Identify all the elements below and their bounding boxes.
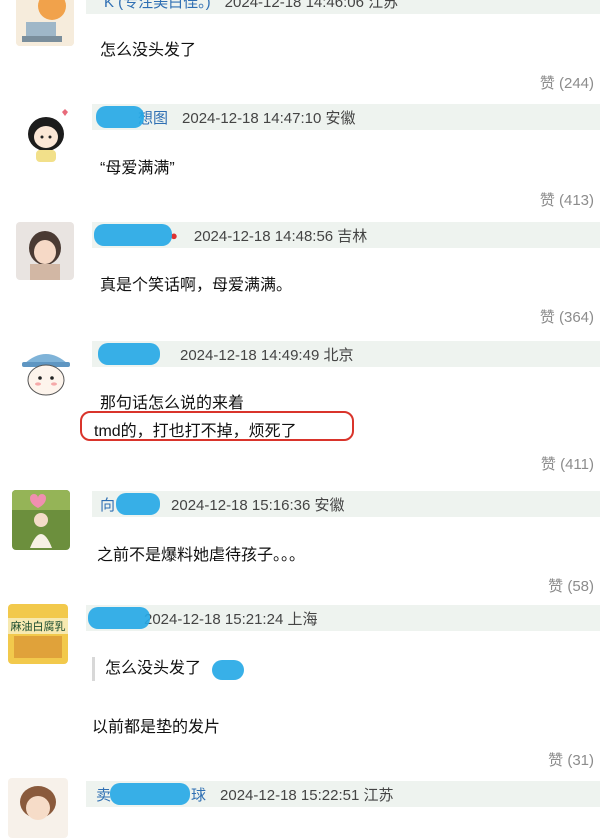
commenter-name[interactable]: 向 bbox=[100, 494, 115, 515]
like-count[interactable]: 赞 (58) bbox=[548, 575, 594, 596]
comment-meta: K (专注美白佳。) 2024-12-18 14:46:06 江苏 bbox=[86, 0, 600, 14]
avatar[interactable] bbox=[16, 222, 74, 280]
comment-timestamp: 2024-12-18 15:16:36 安徽 bbox=[171, 496, 345, 514]
avatar[interactable] bbox=[16, 104, 76, 166]
comment-timestamp: 2024-12-18 14:49:49 北京 bbox=[180, 346, 354, 364]
avatar[interactable] bbox=[16, 342, 76, 402]
avatar[interactable] bbox=[16, 0, 74, 46]
comment-meta: 卖 球 2024-12-18 15:22:51 江苏 bbox=[86, 781, 600, 807]
avatar[interactable] bbox=[8, 778, 68, 838]
redaction-scribble bbox=[212, 660, 244, 680]
like-count[interactable]: 赞 (31) bbox=[548, 749, 594, 770]
red-highlight-circle bbox=[80, 411, 354, 441]
comment-timestamp: 2024-12-18 14:48:56 吉林 bbox=[193, 227, 368, 245]
like-count[interactable]: 赞 (411) bbox=[541, 453, 594, 474]
comment-text: 以前都是垫的发片 bbox=[92, 719, 221, 736]
comment-text: 真是个笑话啊，母爱满满。 bbox=[100, 277, 293, 294]
redaction-scribble bbox=[116, 493, 160, 515]
comment-meta: 向 2024-12-18 15:16:36 安徽 bbox=[92, 491, 600, 517]
comment-timestamp: 2024-12-18 14:47:10 安徽 bbox=[182, 109, 356, 127]
like-count[interactable]: 赞 (413) bbox=[540, 189, 594, 210]
comment-meta: 想图 2024-12-18 14:47:10 安徽 bbox=[92, 104, 600, 130]
redaction-scribble bbox=[98, 343, 160, 365]
redaction-scribble bbox=[88, 607, 150, 629]
avatar[interactable] bbox=[12, 490, 70, 550]
comment-meta: 2024-12-18 15:21:24 上海 bbox=[86, 605, 600, 631]
commenter-name-suffix[interactable]: 球 bbox=[191, 784, 206, 805]
commenter-name[interactable]: 卖 bbox=[96, 784, 111, 805]
avatar[interactable]: 麻油白腐乳 bbox=[8, 604, 68, 664]
quoted-comment[interactable]: 怎么没头发了 bbox=[92, 657, 201, 681]
comment-text: 怎么没头发了 bbox=[100, 42, 197, 59]
comment-text: “母爱满满” bbox=[100, 160, 175, 177]
redaction-scribble bbox=[110, 783, 190, 805]
comment-timestamp: 2024-12-18 14:46:06 江苏 bbox=[224, 0, 399, 11]
redaction-scribble bbox=[94, 224, 172, 246]
like-count[interactable]: 赞 (244) bbox=[540, 72, 594, 93]
comment-text: 之前不是爆料她虐待孩子。。。 bbox=[97, 547, 306, 564]
commenter-name[interactable]: K (专注美白佳。) bbox=[104, 0, 211, 12]
avatar-label: 麻油白腐乳 bbox=[8, 618, 68, 634]
comment-text: 那句话怎么说的来着 bbox=[100, 395, 245, 412]
comment-meta: ● 2024-12-18 14:48:56 吉林 bbox=[92, 222, 600, 248]
comment-meta: 2024-12-18 14:49:49 北京 bbox=[92, 341, 600, 367]
comment-timestamp: 2024-12-18 15:22:51 江苏 bbox=[220, 786, 394, 804]
like-count[interactable]: 赞 (364) bbox=[540, 306, 594, 327]
redaction-scribble bbox=[96, 106, 144, 128]
comment-timestamp: 2024-12-18 15:21:24 上海 bbox=[144, 610, 318, 628]
